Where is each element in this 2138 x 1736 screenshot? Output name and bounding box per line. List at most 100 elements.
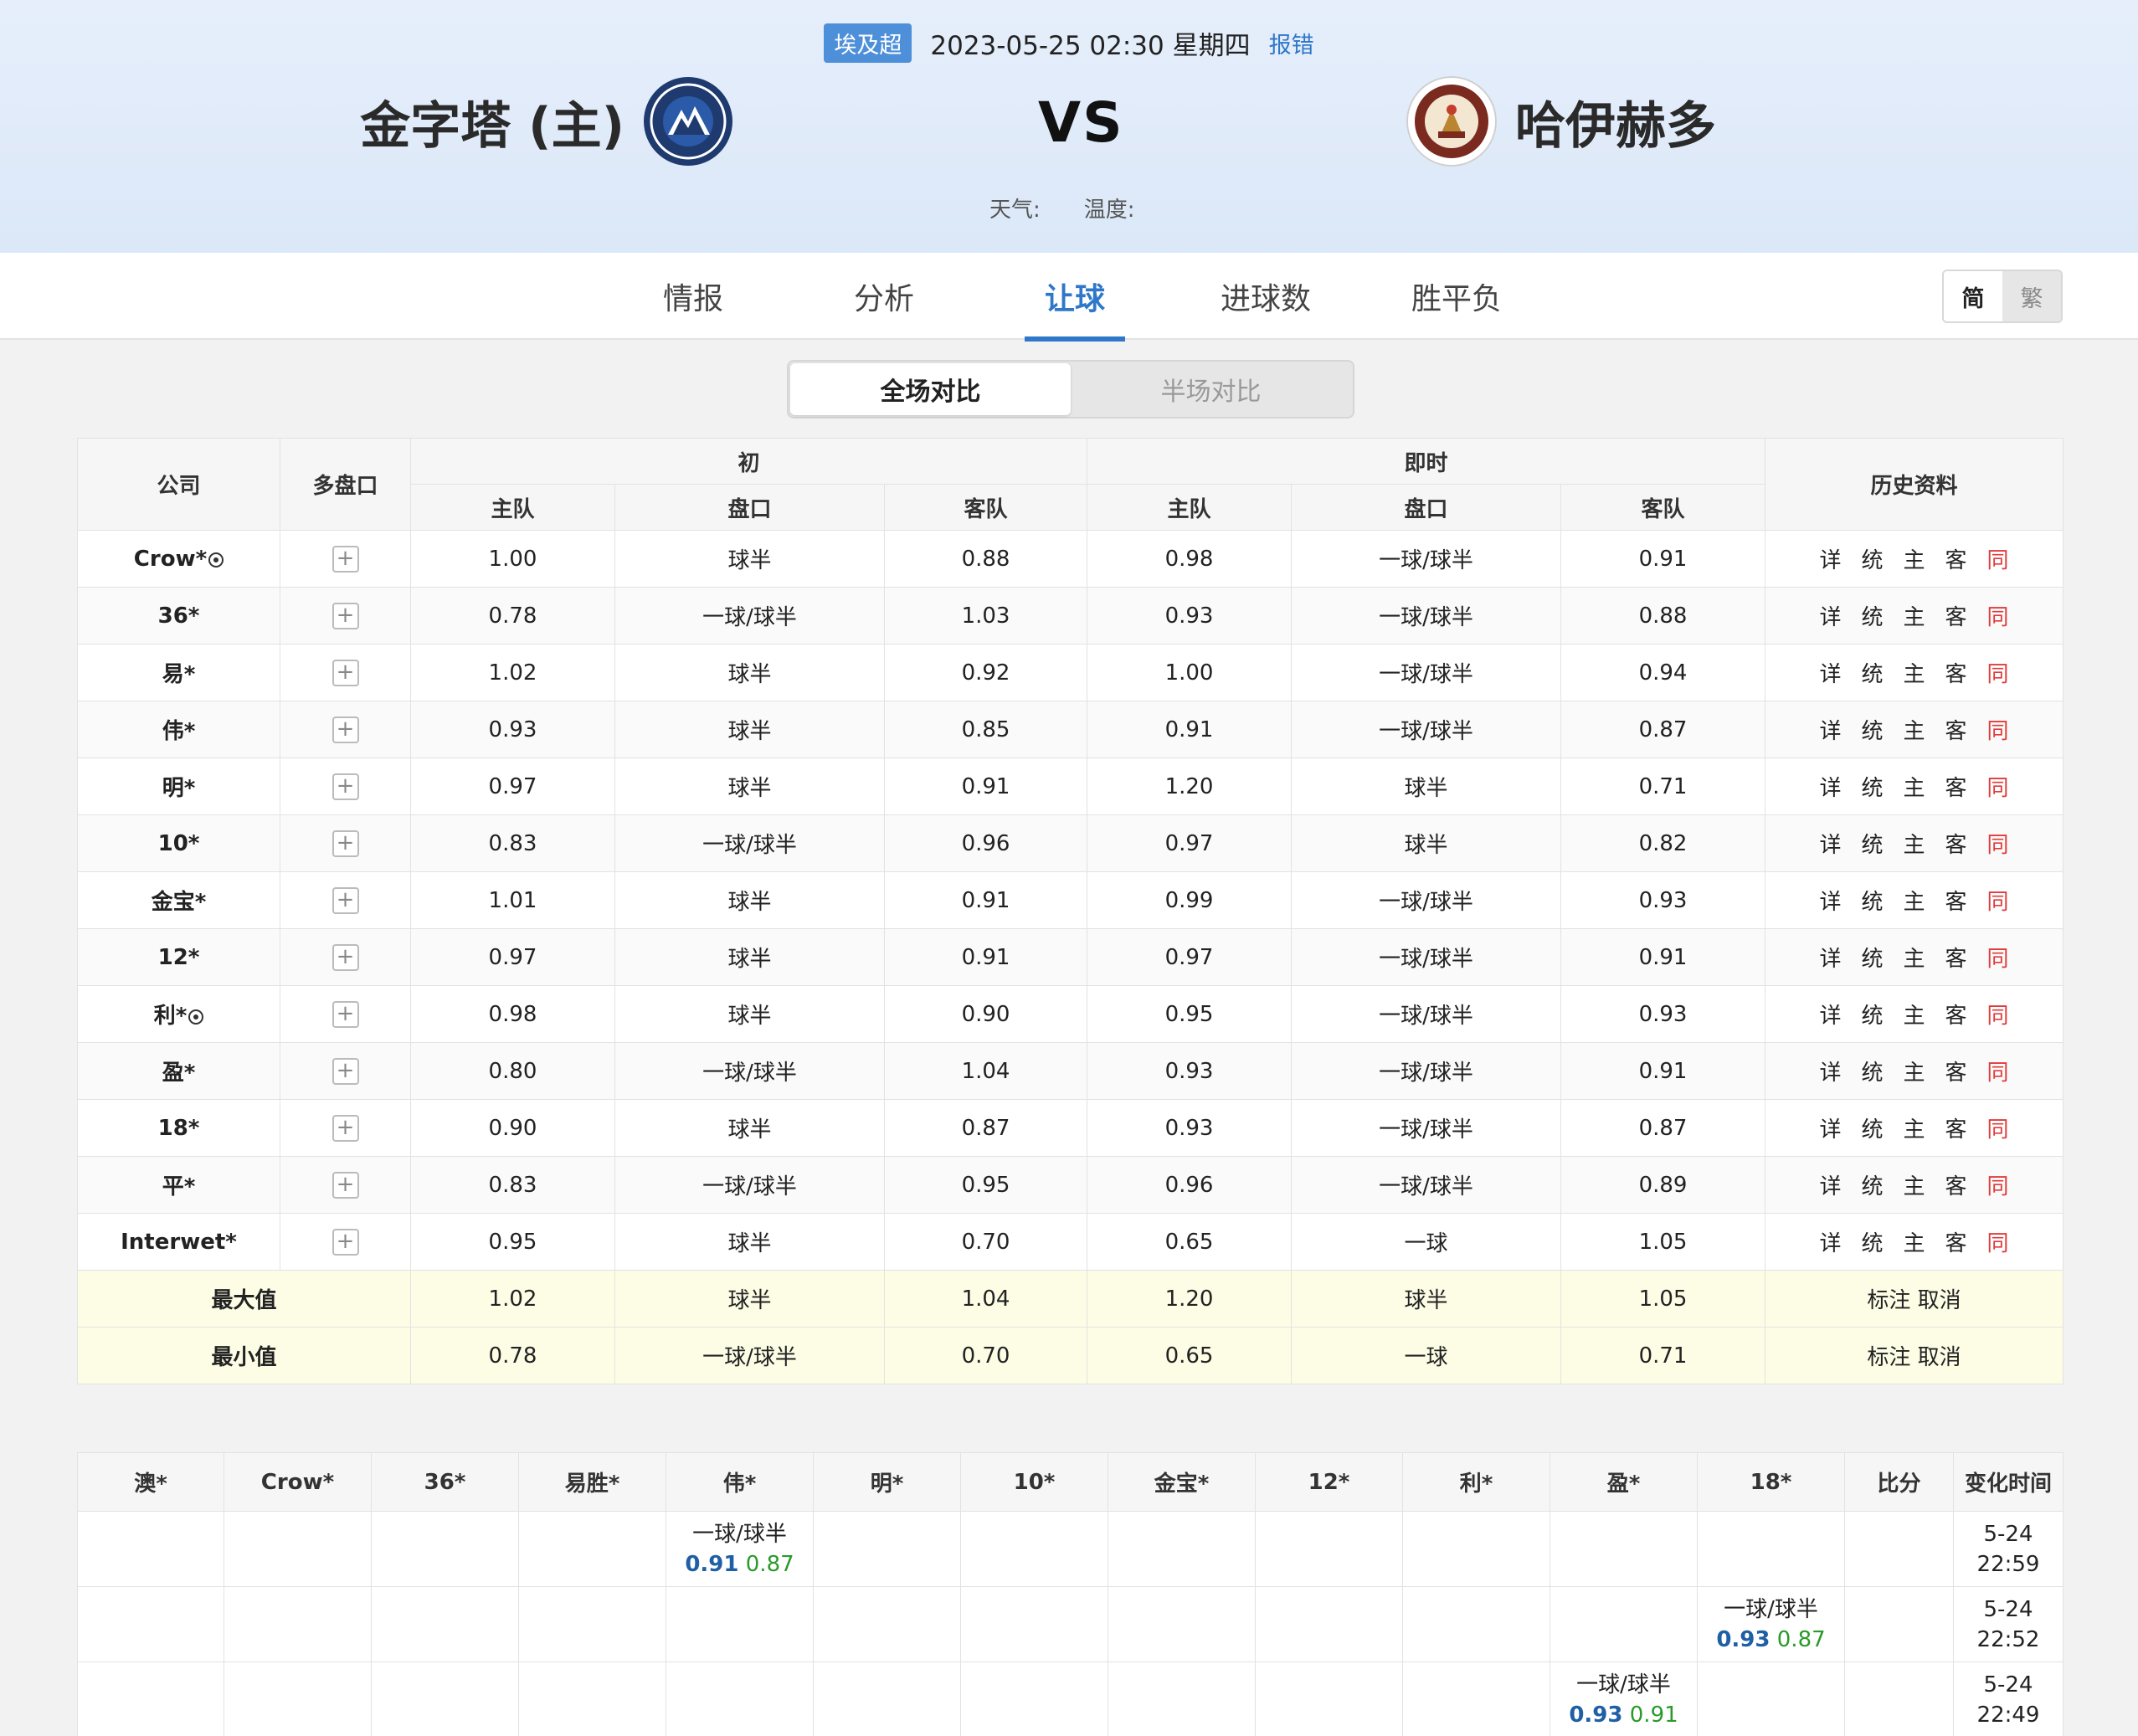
company-name[interactable]: 易* xyxy=(162,662,196,687)
history-home-link[interactable]: 主 xyxy=(1904,714,1925,745)
history-same-link[interactable]: 同 xyxy=(1987,999,2009,1030)
history-stats-link[interactable]: 统 xyxy=(1861,771,1883,802)
history-same-link[interactable]: 同 xyxy=(1987,1055,2009,1086)
history-home-link[interactable]: 主 xyxy=(1904,1055,1925,1086)
history-same-link[interactable]: 同 xyxy=(1987,543,2009,574)
history-stats-link[interactable]: 统 xyxy=(1861,600,1883,631)
history-away-link[interactable]: 客 xyxy=(1945,942,1967,973)
history-home-link[interactable]: 主 xyxy=(1904,771,1925,802)
cancel-link[interactable]: 取消 xyxy=(1918,1288,1961,1313)
history-detail-link[interactable]: 详 xyxy=(1819,1226,1841,1257)
home-team-name[interactable]: 金字塔 (主) xyxy=(360,85,624,158)
history-home-link[interactable]: 主 xyxy=(1904,828,1925,859)
history-away-link[interactable]: 客 xyxy=(1945,885,1967,916)
expand-plus-icon[interactable]: + xyxy=(331,943,359,971)
history-detail-link[interactable]: 详 xyxy=(1819,828,1841,859)
history-detail-link[interactable]: 详 xyxy=(1819,1169,1841,1200)
history-away-link[interactable]: 客 xyxy=(1945,1226,1967,1257)
company-name[interactable]: 平* xyxy=(162,1174,196,1199)
history-stats-link[interactable]: 统 xyxy=(1861,885,1883,916)
company-name[interactable]: 盈* xyxy=(162,1061,196,1086)
history-stats-link[interactable]: 统 xyxy=(1861,1112,1883,1143)
history-same-link[interactable]: 同 xyxy=(1987,657,2009,688)
report-error-link[interactable]: 报错 xyxy=(1269,27,1314,59)
history-same-link[interactable]: 同 xyxy=(1987,714,2009,745)
tab-1x2[interactable]: 胜平负 xyxy=(1361,253,1552,340)
history-same-link[interactable]: 同 xyxy=(1987,828,2009,859)
expand-plus-icon[interactable]: + xyxy=(331,886,359,914)
company-name[interactable]: 明* xyxy=(162,776,196,801)
history-away-link[interactable]: 客 xyxy=(1945,1112,1967,1143)
mark-link[interactable]: 标注 xyxy=(1867,1288,1910,1313)
history-stats-link[interactable]: 统 xyxy=(1861,1169,1883,1200)
expand-plus-icon[interactable]: + xyxy=(331,1228,359,1256)
history-detail-link[interactable]: 详 xyxy=(1819,1055,1841,1086)
lang-simplified-button[interactable]: 简 xyxy=(1944,271,2002,321)
history-detail-link[interactable]: 详 xyxy=(1819,657,1841,688)
history-away-link[interactable]: 客 xyxy=(1945,600,1967,631)
history-detail-link[interactable]: 详 xyxy=(1819,885,1841,916)
tab-goals[interactable]: 进球数 xyxy=(1170,253,1361,340)
company-name[interactable]: Crow* xyxy=(134,547,207,572)
history-stats-link[interactable]: 统 xyxy=(1861,1055,1883,1086)
history-home-link[interactable]: 主 xyxy=(1904,657,1925,688)
expand-plus-icon[interactable]: + xyxy=(331,659,359,686)
tab-handicap[interactable]: 让球 xyxy=(979,253,1170,342)
home-team-logo-icon[interactable] xyxy=(643,76,733,167)
history-stats-link[interactable]: 统 xyxy=(1861,543,1883,574)
company-name[interactable]: 12* xyxy=(158,945,200,970)
history-same-link[interactable]: 同 xyxy=(1987,600,2009,631)
history-home-link[interactable]: 主 xyxy=(1904,999,1925,1030)
history-stats-link[interactable]: 统 xyxy=(1861,714,1883,745)
history-stats-link[interactable]: 统 xyxy=(1861,828,1883,859)
history-stats-link[interactable]: 统 xyxy=(1861,657,1883,688)
history-away-link[interactable]: 客 xyxy=(1945,1169,1967,1200)
expand-plus-icon[interactable]: + xyxy=(331,1114,359,1142)
history-home-link[interactable]: 主 xyxy=(1904,600,1925,631)
away-team-logo-icon[interactable] xyxy=(1406,76,1497,167)
history-away-link[interactable]: 客 xyxy=(1945,657,1967,688)
history-away-link[interactable]: 客 xyxy=(1945,1055,1967,1086)
history-stats-link[interactable]: 统 xyxy=(1861,1226,1883,1257)
history-same-link[interactable]: 同 xyxy=(1987,1112,2009,1143)
history-stats-link[interactable]: 统 xyxy=(1861,942,1883,973)
history-same-link[interactable]: 同 xyxy=(1987,771,2009,802)
lang-traditional-button[interactable]: 繁 xyxy=(2002,271,2061,321)
company-name[interactable]: 利* xyxy=(154,1004,188,1029)
history-same-link[interactable]: 同 xyxy=(1987,1169,2009,1200)
history-away-link[interactable]: 客 xyxy=(1945,999,1967,1030)
company-name[interactable]: 10* xyxy=(158,831,200,856)
history-home-link[interactable]: 主 xyxy=(1904,543,1925,574)
history-home-link[interactable]: 主 xyxy=(1904,885,1925,916)
history-away-link[interactable]: 客 xyxy=(1945,771,1967,802)
expand-plus-icon[interactable]: + xyxy=(331,1057,359,1085)
half-match-compare-button[interactable]: 半场对比 xyxy=(1071,363,1351,415)
history-home-link[interactable]: 主 xyxy=(1904,1226,1925,1257)
company-name[interactable]: 金宝* xyxy=(152,890,207,915)
history-home-link[interactable]: 主 xyxy=(1904,942,1925,973)
company-name[interactable]: Interwet* xyxy=(121,1230,237,1255)
mark-link[interactable]: 标注 xyxy=(1867,1345,1910,1370)
history-detail-link[interactable]: 详 xyxy=(1819,600,1841,631)
history-away-link[interactable]: 客 xyxy=(1945,828,1967,859)
tab-info[interactable]: 情报 xyxy=(598,253,789,340)
history-detail-link[interactable]: 详 xyxy=(1819,1112,1841,1143)
league-badge[interactable]: 埃及超 xyxy=(824,23,912,63)
history-away-link[interactable]: 客 xyxy=(1945,714,1967,745)
company-name[interactable]: 36* xyxy=(158,603,200,629)
expand-plus-icon[interactable]: + xyxy=(331,545,359,573)
history-same-link[interactable]: 同 xyxy=(1987,942,2009,973)
expand-plus-icon[interactable]: + xyxy=(331,1000,359,1028)
expand-plus-icon[interactable]: + xyxy=(331,602,359,629)
history-detail-link[interactable]: 详 xyxy=(1819,543,1841,574)
history-detail-link[interactable]: 详 xyxy=(1819,999,1841,1030)
cancel-link[interactable]: 取消 xyxy=(1918,1345,1961,1370)
history-stats-link[interactable]: 统 xyxy=(1861,999,1883,1030)
expand-plus-icon[interactable]: + xyxy=(331,716,359,743)
history-same-link[interactable]: 同 xyxy=(1987,885,2009,916)
expand-plus-icon[interactable]: + xyxy=(331,829,359,857)
history-away-link[interactable]: 客 xyxy=(1945,543,1967,574)
history-home-link[interactable]: 主 xyxy=(1904,1169,1925,1200)
history-detail-link[interactable]: 详 xyxy=(1819,942,1841,973)
history-home-link[interactable]: 主 xyxy=(1904,1112,1925,1143)
